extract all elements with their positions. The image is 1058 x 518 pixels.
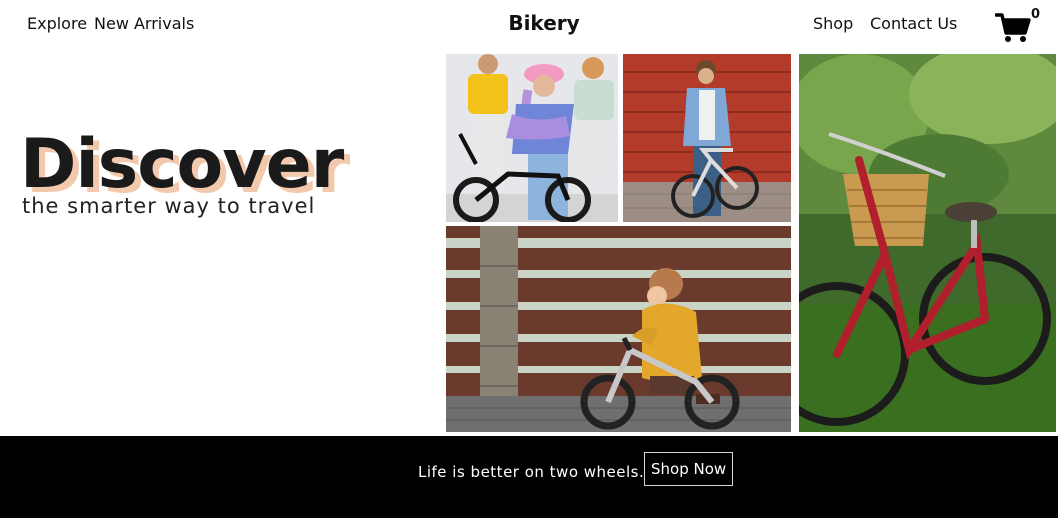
hero-subtitle: the smarter way to travel [22,194,316,218]
nav-link-new-arrivals[interactable]: New Arrivals [94,14,194,33]
nav-link-shop[interactable]: Shop [813,14,853,33]
shopping-cart-icon [995,13,1031,42]
brand-logo[interactable]: Bikery [500,11,588,35]
shop-now-button[interactable]: Shop Now [644,452,734,486]
nav-link-explore[interactable]: Explore [27,14,87,33]
cart-button[interactable]: 0 [995,7,1043,48]
footer-tagline: Life is better on two wheels. [418,463,645,481]
footer-banner: Life is better on two wheels. Shop Now [0,436,1058,518]
hero-title: Discover [20,125,344,204]
photo-teens-with-bmx-bike [446,54,618,222]
nav-link-contact-us[interactable]: Contact Us [870,14,957,33]
cart-count-badge: 0 [1031,7,1041,22]
photo-young-man-with-bike-at-red-wall [623,54,791,222]
photo-red-bicycle-with-basket [799,54,1056,432]
hero-section: Discover the smarter way to travel [20,125,420,219]
photo-toddler-on-balance-bike [446,226,791,432]
top-navigation: Explore New Arrivals Bikery Shop Contact… [0,0,1058,50]
